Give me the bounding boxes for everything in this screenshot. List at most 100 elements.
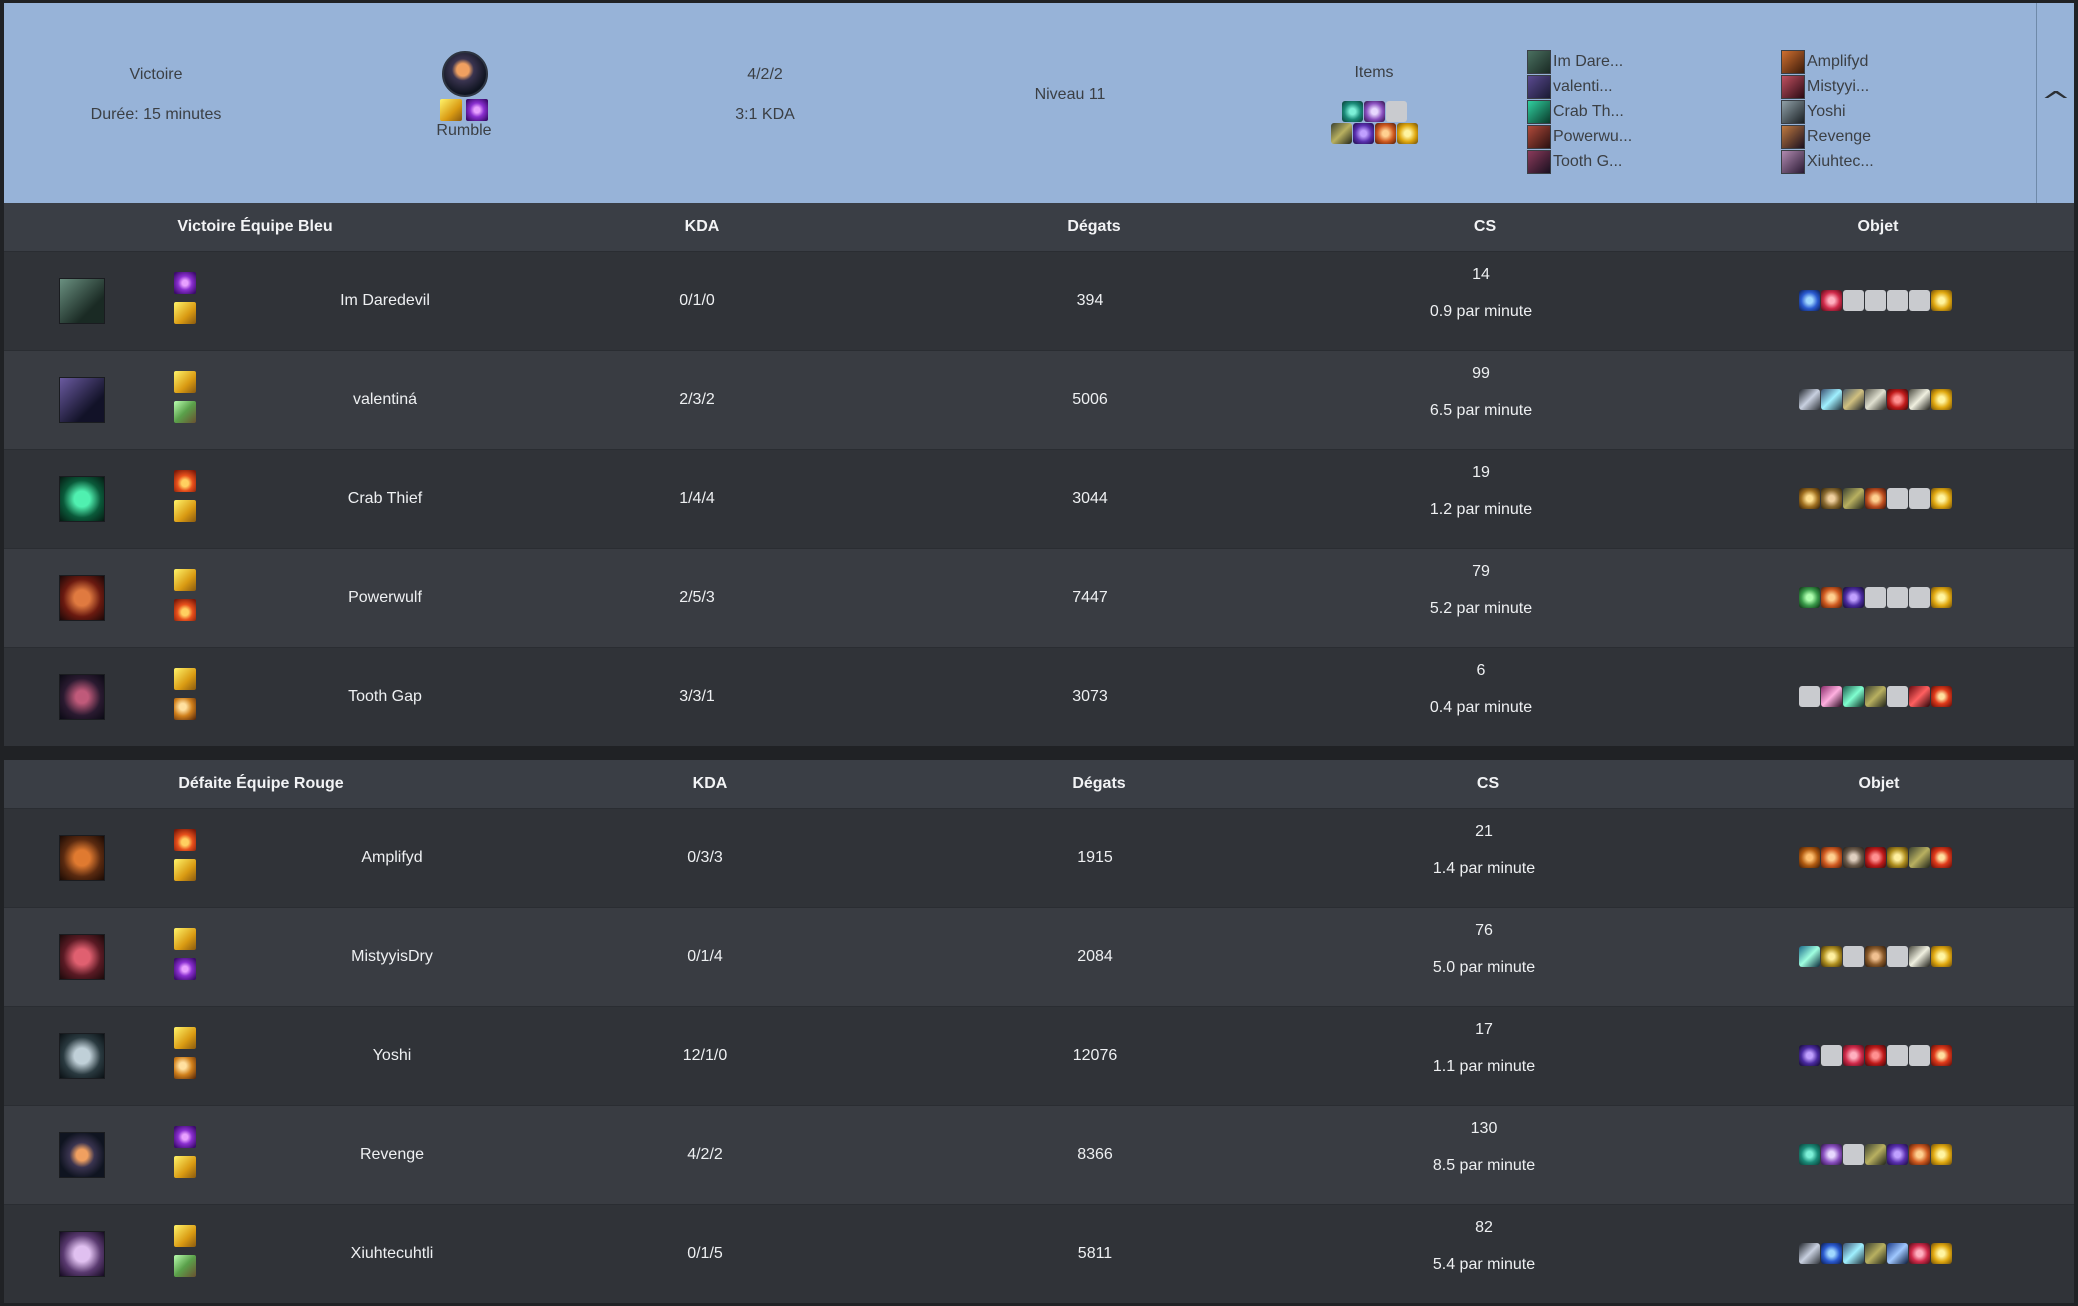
player-row[interactable]: Revenge 4/2/2 8366 130 8.5 par minute — [4, 1105, 2074, 1204]
crimson-axe-item-icon — [1909, 686, 1930, 707]
champion-portrait — [59, 377, 105, 423]
roster-blue-name: Tooth G... — [1553, 153, 1623, 170]
roster-blue-name: Powerwu... — [1553, 128, 1633, 145]
chevron-up-icon: ^ — [2040, 87, 2071, 117]
dark-boots-item-icon — [1331, 123, 1352, 144]
roster-blue-champion-icon — [1527, 75, 1551, 99]
roster-red-name: Xiuhtec... — [1807, 153, 1874, 170]
roster-red-name: Amplifyd — [1807, 53, 1869, 70]
player-damage: 8366 — [1077, 1146, 1113, 1163]
summoner-name: Tooth Gap — [348, 688, 422, 705]
teleport-spell-icon — [174, 958, 196, 980]
long-sword-item-icon — [1909, 389, 1930, 410]
player-damage: 1915 — [1077, 849, 1113, 866]
player-row[interactable]: Xiuhtecuhtli 0/1/5 5811 82 5.4 par minute — [4, 1204, 2074, 1303]
collapse-button[interactable]: ^ — [2036, 3, 2074, 203]
gold-shield-item-icon — [1799, 488, 1820, 509]
cs-column-header: CS — [1476, 775, 1500, 792]
cs-per-minute: 6.5 par minute — [1429, 402, 1533, 419]
silver-gem-item-icon — [1364, 101, 1385, 122]
roster-blue-champion-icon — [1527, 50, 1551, 74]
teal-orb-item-icon — [1799, 1144, 1820, 1165]
player-row[interactable]: valentiná 2/3/2 5006 99 6.5 par minute — [4, 350, 2074, 449]
blue-team-rows: Im Daredevil 0/1/0 394 14 0.9 par minute vale… — [4, 251, 2074, 746]
summoner-name: valentiná — [352, 391, 418, 408]
flash-spell-icon — [174, 928, 196, 950]
match-result: Victoire — [129, 66, 183, 83]
player-row[interactable]: Tooth Gap 3/3/1 3073 6 0.4 par minute — [4, 647, 2074, 746]
player-cs: 17 — [1475, 1021, 1493, 1038]
ignite-spell-icon — [174, 829, 196, 851]
champion-portrait — [59, 674, 105, 720]
gold-ward-item-icon — [1931, 290, 1952, 311]
sword-item-icon — [1865, 389, 1886, 410]
player-cs: 82 — [1475, 1219, 1493, 1236]
player-kda: 4/2/2 — [687, 1146, 723, 1163]
fire-orb-item-icon — [1375, 123, 1396, 144]
player-row[interactable]: Yoshi 12/1/0 12076 17 1.1 par minute — [4, 1006, 2074, 1105]
roster-red-name: Yoshi — [1807, 103, 1846, 120]
long-sword-item-icon — [1909, 946, 1930, 967]
player-row[interactable]: Crab Thief 1/4/4 3044 19 1.2 par minute — [4, 449, 2074, 548]
red-lantern-item-icon — [1931, 686, 1952, 707]
red-team-header: Défaite Équipe Rouge KDA Dégats CS Objet — [4, 760, 2074, 808]
player-cs: 21 — [1475, 823, 1493, 840]
empty-item-slot — [1865, 290, 1886, 311]
player-damage: 394 — [1076, 292, 1104, 309]
roster-blue-champion-icon — [1527, 100, 1551, 124]
player-damage: 5006 — [1072, 391, 1108, 408]
champion-portrait — [59, 835, 105, 881]
rune-blade-item-icon — [1843, 389, 1864, 410]
fire-axe-item-icon — [1865, 488, 1886, 509]
void-staff-item-icon — [1799, 1045, 1820, 1066]
empty-item-slot — [1909, 290, 1930, 311]
item-slots — [1799, 946, 1952, 967]
player-damage: 3044 — [1072, 490, 1108, 507]
player-kda: 0/1/4 — [687, 948, 723, 965]
team-title: Défaite Équipe Rouge — [178, 775, 344, 792]
spear-item-icon — [1843, 1243, 1864, 1264]
cs-per-minute: 1.1 par minute — [1432, 1058, 1536, 1075]
roster-blue-name: Crab Th... — [1553, 103, 1624, 120]
gold-ward-item-icon — [1931, 1144, 1952, 1165]
player-row[interactable]: Im Daredevil 0/1/0 394 14 0.9 par minute — [4, 251, 2074, 350]
player-row[interactable]: Powerwulf 2/5/3 7447 79 5.2 par minute — [4, 548, 2074, 647]
player-kda: 0/3/3 — [687, 849, 723, 866]
gold-ward-item-icon — [1931, 389, 1952, 410]
items-column-header: Objet — [1857, 218, 1899, 235]
blue-team-table: Victoire Équipe Bleu KDA Dégats CS Objet… — [4, 203, 2074, 746]
ghost-spell-icon — [174, 1057, 196, 1079]
gold-ward-item-icon — [1931, 488, 1952, 509]
teleport-spell-icon — [466, 99, 488, 121]
champion-portrait — [59, 575, 105, 621]
void-staff-item-icon — [1843, 587, 1864, 608]
player-row[interactable]: MistyyisDry 0/1/4 2084 76 5.0 par minute — [4, 907, 2074, 1006]
flash-spell-icon — [174, 1156, 196, 1178]
kda-ratio: 3:1 KDA — [735, 106, 795, 123]
dark-boots-item-icon — [1865, 686, 1886, 707]
item-slots — [1799, 290, 1952, 311]
violet-staff-item-icon — [1353, 123, 1374, 144]
blood-shield-item-icon — [1865, 1045, 1886, 1066]
champion-portrait — [59, 1231, 105, 1277]
champion-portrait — [59, 1033, 105, 1079]
roster-red-champion-icon — [1781, 75, 1805, 99]
match-summary-banner[interactable]: Victoire Durée: 15 minutes Rumble 4/2/2 … — [4, 3, 2036, 203]
player-damage: 3073 — [1072, 688, 1108, 705]
empty-item-slot — [1909, 1045, 1930, 1066]
crimson-gem-item-icon — [1843, 1045, 1864, 1066]
ghost-spell-icon — [174, 698, 196, 720]
roster-blue-name: valenti... — [1553, 78, 1613, 95]
player-kda: 2/5/3 — [679, 589, 715, 606]
champion-name: Rumble — [436, 122, 492, 139]
empty-item-slot — [1887, 686, 1908, 707]
player-damage: 12076 — [1072, 1047, 1118, 1064]
empty-item-slot — [1887, 946, 1908, 967]
empty-item-slot — [1799, 686, 1820, 707]
summoner-name: Powerwulf — [348, 589, 422, 606]
fire-orb-item-icon — [1909, 1144, 1930, 1165]
empty-item-slot — [1821, 1045, 1842, 1066]
player-row[interactable]: Amplifyd 0/3/3 1915 21 1.4 par minute — [4, 808, 2074, 907]
smite-spell-icon — [174, 401, 196, 423]
champion-portrait — [59, 934, 105, 980]
